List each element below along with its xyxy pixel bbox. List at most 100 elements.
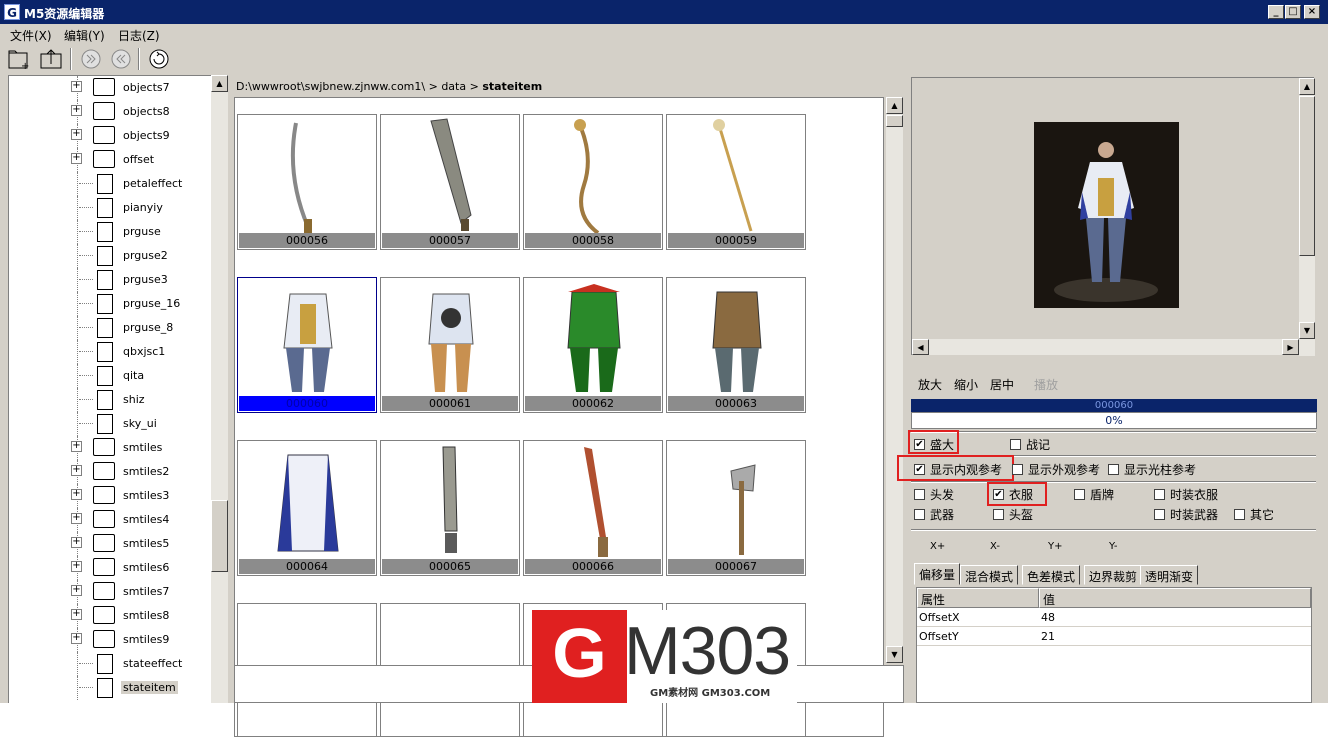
expand-icon[interactable]: +: [71, 465, 82, 476]
scroll-down-icon[interactable]: ▼: [1299, 322, 1315, 339]
tab-color-diff-mode[interactable]: 色差模式: [1022, 565, 1081, 585]
tree-item[interactable]: prguse3: [9, 268, 209, 292]
show-light-checkbox[interactable]: 显示光柱参考: [1108, 461, 1196, 478]
back-icon[interactable]: [108, 46, 134, 72]
tree-item[interactable]: petaleffect: [9, 172, 209, 196]
expand-icon[interactable]: +: [71, 633, 82, 644]
zoom-in-button[interactable]: 放大: [918, 376, 942, 393]
scroll-thumb[interactable]: [211, 500, 228, 572]
thumbnail-item[interactable]: 000058: [523, 114, 663, 250]
tree-item[interactable]: qbxjsc1: [9, 340, 209, 364]
expand-icon[interactable]: +: [71, 105, 82, 116]
upload-icon[interactable]: [38, 46, 64, 72]
helmet-checkbox[interactable]: 头盔: [993, 506, 1033, 523]
center-button[interactable]: 居中: [990, 376, 1014, 393]
tree-item[interactable]: + smtiles: [9, 436, 209, 460]
tree-item[interactable]: prguse_8: [9, 316, 209, 340]
scroll-left-icon[interactable]: ◀: [912, 339, 929, 355]
tab-transparent-gradient[interactable]: 透明渐变: [1140, 565, 1199, 585]
hair-checkbox[interactable]: 头发: [914, 486, 954, 503]
expand-icon[interactable]: +: [71, 537, 82, 548]
offset-x-minus-button[interactable]: X-: [990, 541, 1000, 552]
tree-item[interactable]: shiz: [9, 388, 209, 412]
offset-y-plus-button[interactable]: Y+: [1048, 541, 1063, 552]
preview-vscroll[interactable]: ▲ ▼: [1299, 78, 1315, 356]
expand-icon[interactable]: +: [71, 561, 82, 572]
maximize-button[interactable]: □: [1285, 5, 1301, 19]
thumbnail-item[interactable]: 000059: [666, 114, 806, 250]
expand-icon[interactable]: +: [71, 585, 82, 596]
shield-checkbox[interactable]: 盾牌: [1074, 486, 1114, 503]
tree-item[interactable]: + smtiles7: [9, 580, 209, 604]
menu-edit[interactable]: 编辑(Y): [64, 27, 105, 44]
scroll-down-icon[interactable]: ▼: [886, 646, 903, 663]
tree-item[interactable]: + objects8: [9, 100, 209, 124]
expand-icon[interactable]: +: [71, 153, 82, 164]
expand-icon[interactable]: +: [71, 81, 82, 92]
tree-item[interactable]: qita: [9, 364, 209, 388]
table-row[interactable]: OffsetY 21: [917, 627, 1311, 646]
thumbnail-item[interactable]: 000056: [237, 114, 377, 250]
thumbnail-item[interactable]: 000057: [380, 114, 520, 250]
thumbnail-item[interactable]: 000064: [237, 440, 377, 576]
grid-scrollbar[interactable]: ▲ ▼: [886, 97, 903, 663]
column-header-value[interactable]: 值: [1039, 588, 1311, 608]
tree-item[interactable]: pianyiy: [9, 196, 209, 220]
thumbnail-item[interactable]: 000066: [523, 440, 663, 576]
tree-item[interactable]: + smtiles2: [9, 460, 209, 484]
thumbnail-item[interactable]: 000062: [523, 277, 663, 413]
scroll-up-icon[interactable]: ▲: [211, 75, 228, 92]
fashion-weapon-checkbox[interactable]: 时装武器: [1154, 506, 1218, 523]
breadcrumb-root[interactable]: D:\wwwroot\swjbnew.zjnww.com1\: [236, 80, 425, 93]
property-value[interactable]: 48: [1041, 611, 1055, 624]
column-header-property[interactable]: 属性: [917, 588, 1039, 608]
expand-icon[interactable]: +: [71, 513, 82, 524]
tree-item[interactable]: + objects9: [9, 124, 209, 148]
new-folder-icon[interactable]: +: [6, 46, 32, 72]
scroll-right-icon[interactable]: ▶: [1282, 339, 1299, 355]
zoom-out-button[interactable]: 缩小: [954, 376, 978, 393]
tree-scrollbar[interactable]: ▲: [211, 75, 228, 703]
expand-icon[interactable]: +: [71, 129, 82, 140]
play-button[interactable]: 播放: [1034, 376, 1058, 393]
expand-icon[interactable]: +: [71, 441, 82, 452]
tree-item[interactable]: + smtiles4: [9, 508, 209, 532]
property-value[interactable]: 21: [1041, 630, 1055, 643]
tree-item[interactable]: prguse2: [9, 244, 209, 268]
table-row[interactable]: OffsetX 48: [917, 608, 1311, 627]
expand-icon[interactable]: +: [71, 609, 82, 620]
expand-icon[interactable]: +: [71, 489, 82, 500]
menu-file[interactable]: 文件(X): [10, 27, 52, 44]
refresh-icon[interactable]: [146, 46, 172, 72]
minimize-button[interactable]: _: [1268, 5, 1284, 19]
thumbnail-item[interactable]: 000063: [666, 277, 806, 413]
tree-item[interactable]: stateitem: [9, 676, 209, 700]
breadcrumb-data[interactable]: data: [441, 80, 466, 93]
title-bar[interactable]: G M5资源编辑器 _ □ ×: [0, 0, 1328, 24]
tree-item[interactable]: prguse_16: [9, 292, 209, 316]
tab-offset[interactable]: 偏移量: [914, 563, 961, 585]
tree-item[interactable]: + smtiles6: [9, 556, 209, 580]
thumbnail-item[interactable]: 000065: [380, 440, 520, 576]
offset-y-minus-button[interactable]: Y-: [1109, 541, 1118, 552]
tree-item[interactable]: + smtiles8: [9, 604, 209, 628]
thumbnail-item[interactable]: 000060: [237, 277, 377, 413]
show-outer-checkbox[interactable]: 显示外观参考: [1012, 461, 1100, 478]
tree-item[interactable]: + smtiles5: [9, 532, 209, 556]
preview-hscroll[interactable]: ◀ ▶: [912, 339, 1299, 355]
scroll-up-icon[interactable]: ▲: [886, 97, 903, 114]
weapon-checkbox[interactable]: 武器: [914, 506, 954, 523]
forward-icon[interactable]: [78, 46, 104, 72]
thumbnail-item[interactable]: 000067: [666, 440, 806, 576]
menu-log[interactable]: 日志(Z): [118, 27, 160, 44]
tree-item[interactable]: + objects7: [9, 76, 209, 100]
offset-x-plus-button[interactable]: X+: [930, 541, 945, 552]
tab-border-crop[interactable]: 边界裁剪: [1084, 565, 1143, 585]
other-checkbox[interactable]: 其它: [1234, 506, 1274, 523]
scroll-up-icon[interactable]: ▲: [1299, 78, 1315, 95]
tab-blend-mode[interactable]: 混合模式: [960, 565, 1019, 585]
fashion-clothes-checkbox[interactable]: 时装衣服: [1154, 486, 1218, 503]
scroll-thumb[interactable]: [1299, 96, 1315, 256]
tree-item[interactable]: stateeffect: [9, 652, 209, 676]
tree-item[interactable]: + smtiles9: [9, 628, 209, 652]
